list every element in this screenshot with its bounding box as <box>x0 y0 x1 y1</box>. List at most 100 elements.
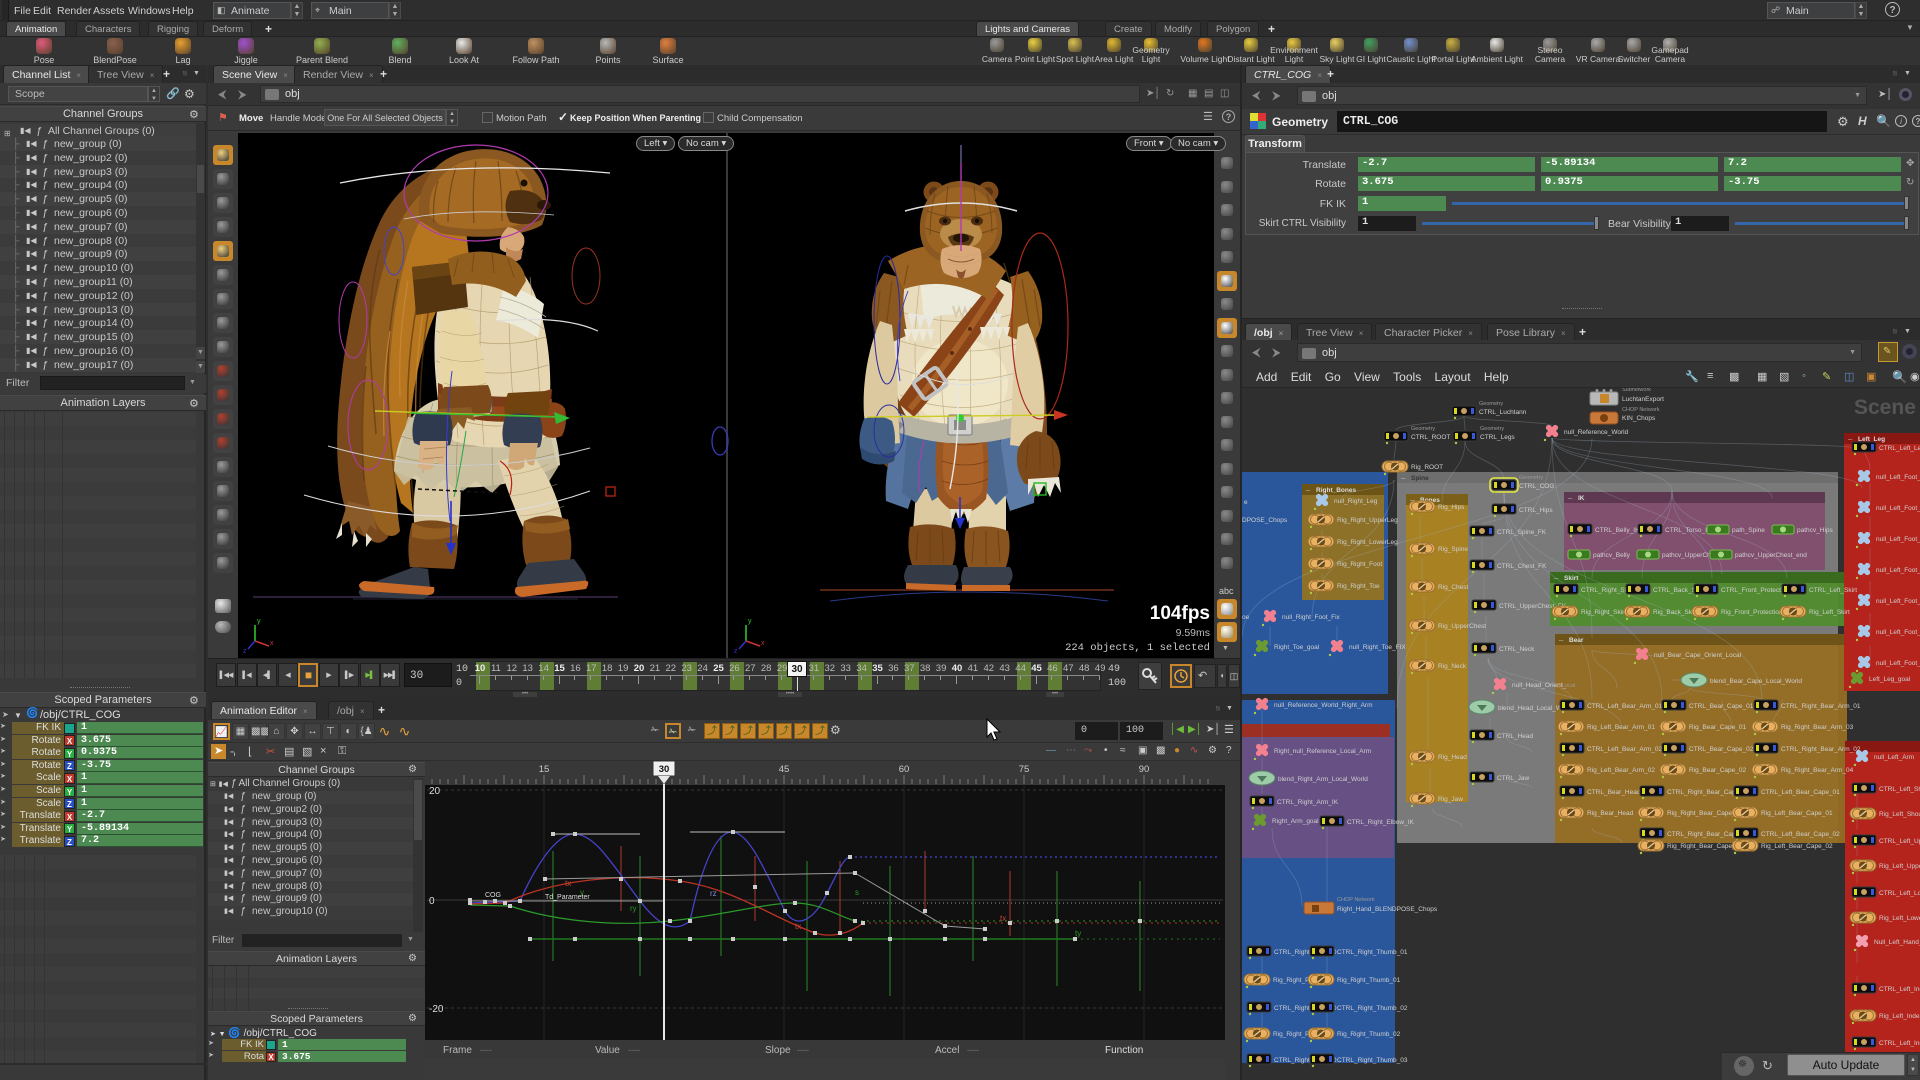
svg-text:null_Left_Foot_Out: null_Left_Foot_Out <box>1876 536 1920 543</box>
svg-text:20: 20 <box>429 786 441 797</box>
svg-text:CTRL_Left_Index_0: CTRL_Left_Index_0 <box>1879 1040 1920 1047</box>
svg-text:Rig_Neck: Rig_Neck <box>1438 663 1467 670</box>
svg-text:----: ---- <box>628 1045 640 1055</box>
svg-text:CTRL_Left_Shoulder: CTRL_Left_Shoulder <box>1879 786 1920 793</box>
svg-text:x: x <box>270 640 274 647</box>
svg-text:CTRL_Left_Bear_Arm_02: CTRL_Left_Bear_Arm_02 <box>1587 746 1663 753</box>
svg-text:CTRL_Legs: CTRL_Legs <box>1480 434 1515 441</box>
svg-text:z: z <box>734 648 738 655</box>
svg-text:Rig_Right_Thumb_02: Rig_Right_Thumb_02 <box>1337 1031 1401 1038</box>
svg-text:Rig_Hips: Rig_Hips <box>1438 504 1465 511</box>
svg-text:Scene: Scene <box>1854 396 1916 419</box>
svg-text:x: x <box>761 640 765 647</box>
svg-text:CTRL_Hips: CTRL_Hips <box>1519 507 1553 514</box>
svg-text:null_Left_Foot_In: null_Left_Foot_In <box>1876 505 1920 512</box>
svg-text:Right_null_Reference_Local_Arm: Right_null_Reference_Local_Arm <box>1274 748 1371 755</box>
svg-text:null_Left_Foot_Back: null_Left_Foot_Back <box>1876 567 1920 574</box>
svg-text:90: 90 <box>1139 764 1150 775</box>
svg-text:----: ---- <box>480 1045 492 1055</box>
svg-text:CTRL_Luchtann: CTRL_Luchtann <box>1479 409 1527 416</box>
svg-text:CTRL_Spine_FK: CTRL_Spine_FK <box>1497 529 1547 536</box>
svg-text:Rig_Left_Index_01: Rig_Left_Index_01 <box>1879 1013 1920 1020</box>
svg-text:blend_Right_Arm_Local_World: blend_Right_Arm_Local_World <box>1278 776 1368 783</box>
svg-text:null_Left_Foot_Front: null_Left_Foot_Front <box>1876 598 1920 605</box>
svg-text:Slope: Slope <box>765 1045 791 1056</box>
svg-text:Rig_Jaw: Rig_Jaw <box>1438 796 1463 803</box>
svg-text:null_Reference_World: null_Reference_World <box>1564 429 1629 436</box>
svg-text:Rig_Right_Toe: Rig_Right_Toe <box>1337 583 1380 590</box>
svg-text:z: z <box>243 648 247 655</box>
svg-text:─: ─ <box>1305 488 1311 494</box>
svg-text:COG: COG <box>485 892 501 899</box>
svg-text:CTRL_Bear_Cape_02: CTRL_Bear_Cape_02 <box>1689 746 1754 753</box>
svg-text:CTRL_Right_Bear_Arm_01: CTRL_Right_Bear_Arm_01 <box>1781 703 1861 710</box>
svg-text:rz: rz <box>710 889 717 898</box>
svg-text:Rig_Right_Thumb_01: Rig_Right_Thumb_01 <box>1337 977 1401 984</box>
svg-text:Rig_Right_Foot: Rig_Right_Foot <box>1337 561 1382 568</box>
svg-text:ty: ty <box>1075 929 1081 938</box>
svg-text:Rig_Spine: Rig_Spine <box>1438 546 1468 553</box>
svg-text:45: 45 <box>779 764 790 775</box>
svg-text:Null_Left_Hand_Orie: Null_Left_Hand_Orie <box>1874 939 1920 946</box>
svg-text:Rig_Left_Bear_Arm_02: Rig_Left_Bear_Arm_02 <box>1587 767 1655 774</box>
svg-text:CHOP Network: CHOP Network <box>1622 407 1660 413</box>
svg-text:y: y <box>257 618 261 625</box>
svg-text:path_Spine: path_Spine <box>1732 527 1765 534</box>
svg-text:LuchtanExport: LuchtanExport <box>1622 396 1664 403</box>
svg-text:30: 30 <box>659 764 670 775</box>
svg-text:CTRL_Torso_IK: CTRL_Torso_IK <box>1665 527 1712 534</box>
svg-text:CTRL_Neck: CTRL_Neck <box>1499 646 1535 653</box>
svg-text:Right_Bones: Right_Bones <box>1316 487 1356 494</box>
svg-text:Bear: Bear <box>1569 637 1584 644</box>
svg-text:CTRL_Right_Thumb_03: CTRL_Right_Thumb_03 <box>1337 1057 1408 1064</box>
svg-text:CTRL_Jaw: CTRL_Jaw <box>1497 775 1529 782</box>
svg-text:Rig_Right_Bear_Arm_03: Rig_Right_Bear_Arm_03 <box>1781 724 1854 731</box>
svg-text:Value: Value <box>595 1045 620 1056</box>
svg-text:CTRL_Left_Leg: CTRL_Left_Leg <box>1879 445 1920 452</box>
svg-text:Rig_Left_Skirt: Rig_Left_Skirt <box>1809 609 1850 616</box>
svg-text:null_Right_Leg: null_Right_Leg <box>1334 498 1378 505</box>
svg-text:-20: -20 <box>429 1004 444 1015</box>
svg-text:Right_Toe_goal: Right_Toe_goal <box>1274 644 1320 651</box>
svg-text:Geometry: Geometry <box>1519 475 1543 481</box>
svg-text:Right_Hand_BLENDPOSE_Chops: Right_Hand_BLENDPOSE_Chops <box>1337 906 1438 913</box>
svg-text:CTRL_Left_Index_0: CTRL_Left_Index_0 <box>1879 986 1920 993</box>
svg-text:CTRL_Right_Thumb_01: CTRL_Right_Thumb_01 <box>1337 949 1408 956</box>
svg-text:Rig_Head: Rig_Head <box>1438 754 1467 761</box>
svg-text:CTRL_Right_Bear_Arm_02: CTRL_Right_Bear_Arm_02 <box>1781 746 1861 753</box>
svg-text:CTRL_Bear_Head: CTRL_Bear_Head <box>1587 789 1641 796</box>
svg-text:15: 15 <box>539 764 550 775</box>
svg-text:Frame: Frame <box>443 1045 472 1056</box>
svg-text:Skirt: Skirt <box>1564 575 1579 582</box>
svg-text:tx: tx <box>795 922 801 931</box>
svg-text:Rig_ROOT: Rig_ROOT <box>1411 464 1443 471</box>
svg-text:blend_Head_Local_Wor: blend_Head_Local_Wor <box>1498 705 1568 712</box>
svg-text:Rig_Left_UpperArm: Rig_Left_UpperArm <box>1879 863 1920 870</box>
svg-text:CTRL_Left_LowerArm: CTRL_Left_LowerArm <box>1879 890 1920 897</box>
svg-text:null_Left_Foot_Mid: null_Left_Foot_Mid <box>1876 629 1920 636</box>
svg-text:null_Left_Foot_Twist: null_Left_Foot_Twist <box>1876 474 1920 481</box>
svg-text:null_Bear_Cape_Orient_Local: null_Bear_Cape_Orient_Local <box>1654 652 1742 659</box>
svg-text:blend_Bear_Cape_Local_World: blend_Bear_Cape_Local_World <box>1710 678 1802 685</box>
svg-text:60: 60 <box>899 764 910 775</box>
svg-text:CTRL_Head: CTRL_Head <box>1497 733 1534 740</box>
svg-text:Rig_Left_Bear_Cape_01: Rig_Left_Bear_Cape_01 <box>1761 810 1833 817</box>
svg-text:CTRL_Left_Bear_Arm_01: CTRL_Left_Bear_Arm_01 <box>1587 703 1663 710</box>
svg-text:Rig_Front_Protection: Rig_Front_Protection <box>1721 609 1783 616</box>
svg-text:─: ─ <box>1558 638 1564 644</box>
svg-text:Left_Leg_goal: Left_Leg_goal <box>1869 676 1911 683</box>
svg-text:pathcv_UpperChest_end: pathcv_UpperChest_end <box>1735 552 1807 559</box>
svg-text:Geometry: Geometry <box>1411 426 1435 432</box>
svg-text:Rig_Left_LowerArm: Rig_Left_LowerArm <box>1879 915 1920 922</box>
svg-text:0: 0 <box>429 896 435 907</box>
svg-text:Function: Function <box>1105 1045 1143 1056</box>
svg-text:sy: sy <box>580 888 859 897</box>
svg-text:----: ---- <box>967 1045 979 1055</box>
svg-text:Geometry: Geometry <box>1480 426 1504 432</box>
svg-text:CTRL_Left_Bear_Cape_01: CTRL_Left_Bear_Cape_01 <box>1761 789 1840 796</box>
svg-text:Rig_Bear_Head: Rig_Bear_Head <box>1587 810 1634 817</box>
svg-text:Accel: Accel <box>935 1045 959 1056</box>
svg-text:oe: oe <box>1242 614 1250 621</box>
svg-text:Geometry: Geometry <box>1479 401 1503 407</box>
svg-text:null_Left_Foot_Ankle: null_Left_Foot_Ankle <box>1876 660 1920 667</box>
